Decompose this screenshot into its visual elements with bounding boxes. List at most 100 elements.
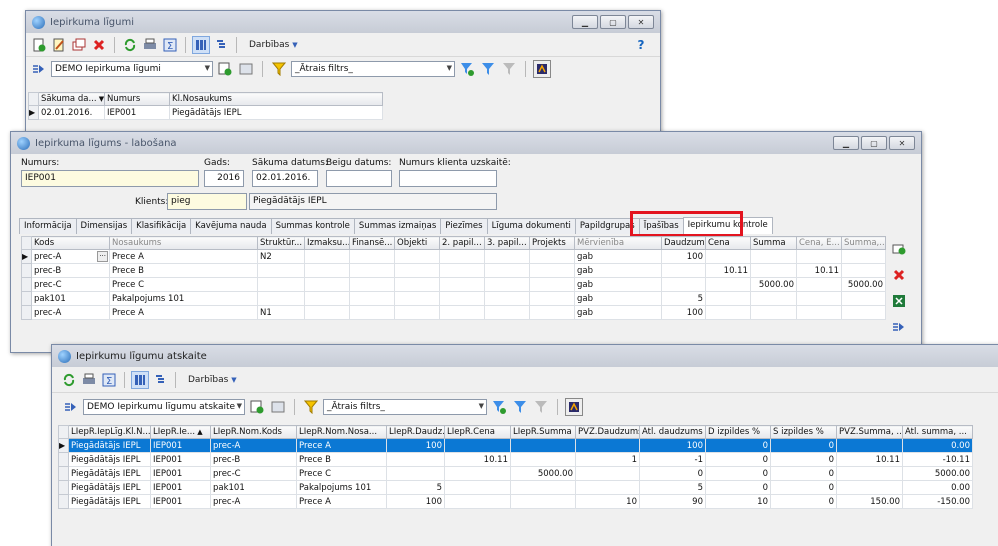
column-header[interactable]: Summa [750,236,797,250]
table-row[interactable]: ▶ 02.01.2016. IEP001 Piegādātājs IEPL [28,105,383,120]
table-cell[interactable] [304,263,350,278]
help-icon[interactable]: ? [632,36,650,54]
column-header[interactable]: S izpildes % [770,425,837,439]
column-header[interactable]: Numurs [104,92,170,106]
table-cell[interactable] [386,466,445,481]
table-cell[interactable]: -150.00 [902,494,973,509]
table-cell[interactable] [349,291,395,306]
tree-view-icon[interactable] [212,36,230,54]
table-cell[interactable]: 100 [661,305,706,320]
table-row[interactable]: ▶ Piegādātājs IEPL IEP001 prec-A Prece A 100 1… [58,438,973,453]
table-cell[interactable] [394,249,440,264]
add-filter-icon[interactable] [458,60,476,78]
table-cell[interactable]: 0 [770,466,837,481]
table-cell[interactable]: 5 [639,480,706,495]
table-cell[interactable]: 100 [386,494,445,509]
column-header[interactable]: Projekts [529,236,575,250]
table-cell[interactable] [510,494,576,509]
tab-information[interactable]: Informācija [19,218,77,234]
quick-filter-select[interactable]: _Ātrais filtrs_ ▼ [291,61,455,77]
column-header[interactable]: Mērvienība [574,236,662,250]
table-cell[interactable] [575,480,640,495]
table-cell[interactable] [705,277,751,292]
table-cell[interactable] [304,277,350,292]
table-cell[interactable]: prec-A [31,305,110,320]
table-cell[interactable] [529,291,575,306]
delete-icon[interactable] [90,36,108,54]
table-cell[interactable]: prec-A [210,438,297,453]
table-cell[interactable]: Piegādātājs IEPL [68,466,151,481]
table-cell[interactable] [841,291,886,306]
table-cell[interactable] [836,480,903,495]
column-header[interactable]: Finansē... [349,236,395,250]
table-cell[interactable] [484,263,530,278]
lookup-button[interactable]: ··· [97,251,108,262]
transfer-icon[interactable] [890,318,908,336]
tab-classification[interactable]: Klasifikācija [131,218,192,234]
table-cell[interactable] [349,305,395,320]
table-cell[interactable] [439,305,485,320]
table-cell[interactable]: Piegādātājs IEPL [68,438,151,453]
number-field[interactable]: IEP001 [21,170,199,187]
table-cell[interactable] [257,263,305,278]
table-cell[interactable] [529,249,575,264]
table-cell[interactable] [439,277,485,292]
new-icon[interactable] [30,36,48,54]
table-cell[interactable] [661,263,706,278]
table-cell[interactable]: 10.11 [705,263,751,278]
table-cell[interactable]: 0.00 [902,438,973,453]
tab-sum-changes[interactable]: Summas izmaiņas [353,218,442,234]
table-cell[interactable] [304,249,350,264]
table-cell[interactable]: 5000.00 [750,277,797,292]
table-cell[interactable]: 0 [705,466,771,481]
client-code-field[interactable]: pieg [167,193,247,210]
table-cell[interactable]: prec-C [31,277,110,292]
column-header[interactable]: Izmaksu... [304,236,350,250]
column-header[interactable]: LIepR.Cena [444,425,511,439]
table-cell[interactable]: 0 [770,438,837,453]
table-cell[interactable] [796,291,842,306]
table-cell[interactable] [349,277,395,292]
report-settings-icon[interactable] [565,398,583,416]
minimize-button[interactable]: ▁ [833,136,859,150]
table-cell[interactable]: -10.11 [902,452,973,467]
actions-menu[interactable]: Darbības ▼ [249,40,298,50]
table-row[interactable]: pak101 Pakalpojums 101 gab 5 [21,291,886,306]
table-cell[interactable]: IEP001 [104,105,170,120]
table-cell[interactable]: gab [574,277,662,292]
add-dataset-icon[interactable] [248,398,266,416]
table-cell[interactable] [841,305,886,320]
table-cell[interactable]: prec-B [31,263,110,278]
table-row[interactable]: prec-A Prece A N1 gab 100 [21,305,886,320]
print-icon[interactable] [80,371,98,389]
table-row[interactable]: Piegādātājs IEPL IEP001 prec-A Prece A 100 10… [58,494,973,509]
column-header[interactable]: D izpildes % [705,425,771,439]
table-cell[interactable] [841,263,886,278]
titlebar[interactable]: Iepirkumu līgumu atskaite [52,345,998,367]
table-cell[interactable]: 0 [770,480,837,495]
table-cell[interactable]: Prece C [109,277,258,292]
table-cell[interactable]: IEP001 [150,480,211,495]
table-cell[interactable] [529,263,575,278]
column-header[interactable]: Nosaukums [109,236,258,250]
table-cell[interactable] [304,291,350,306]
table-cell[interactable]: 10.11 [796,263,842,278]
column-header[interactable]: Struktūr... [257,236,305,250]
titlebar[interactable]: Iepirkuma līgumi ▁ ▢ ✕ [26,11,660,33]
clear-filter-icon[interactable] [532,398,550,416]
clear-filter-icon[interactable] [500,60,518,78]
table-cell[interactable]: 02.01.2016. [38,105,105,120]
table-cell[interactable]: IEP001 [150,494,211,509]
table-cell[interactable]: 100 [661,249,706,264]
table-cell[interactable]: Prece A [296,438,387,453]
dataset-select[interactable]: DEMO Iepirkuma līgumi ▼ [51,61,213,77]
table-cell[interactable] [444,466,511,481]
table-cell[interactable] [394,263,440,278]
tab-sum-control[interactable]: Summas kontrole [270,218,355,234]
columns-icon[interactable] [269,398,287,416]
edit-icon[interactable] [50,36,68,54]
minimize-button[interactable]: ▁ [572,15,598,29]
table-cell[interactable]: 0.00 [902,480,973,495]
grid-view-icon[interactable] [192,35,210,54]
table-cell[interactable]: 5 [386,480,445,495]
